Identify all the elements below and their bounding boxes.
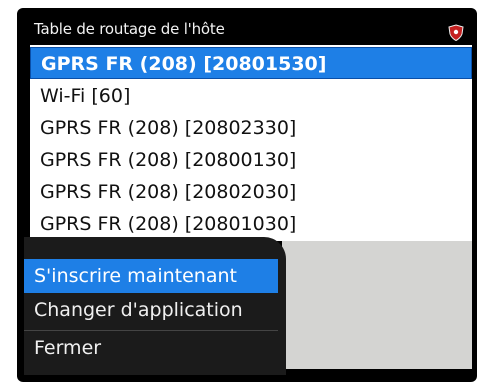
menu-item-label: Changer d'application (34, 299, 243, 321)
list-item[interactable]: GPRS FR (208) [20800130] (30, 144, 472, 176)
list-item-label: GPRS FR (208) [20801030] (40, 213, 297, 235)
title-bar: Table de routage de l'hôte (26, 14, 472, 44)
routing-table-list: GPRS FR (208) [20801530] Wi-Fi [60] GPRS… (30, 45, 472, 241)
background-panel (282, 241, 472, 369)
context-menu: S'inscrire maintenant Changer d'applicat… (24, 237, 286, 375)
shield-icon (448, 21, 464, 42)
list-item[interactable]: GPRS FR (208) [20802030] (30, 176, 472, 208)
screen-title: Table de routage de l'hôte (34, 20, 225, 38)
list-item-label: GPRS FR (208) [20802330] (40, 117, 297, 139)
list-item-label: GPRS FR (208) [20802030] (40, 181, 297, 203)
menu-item-register-now[interactable]: S'inscrire maintenant (24, 259, 278, 293)
list-item-label: Wi-Fi [60] (40, 85, 131, 107)
menu-item-label: S'inscrire maintenant (34, 265, 237, 287)
list-item[interactable]: Wi-Fi [60] (30, 80, 472, 112)
list-item-label: GPRS FR (208) [20801530] (41, 53, 327, 75)
menu-item-label: Fermer (34, 337, 102, 359)
list-item-label: GPRS FR (208) [20800130] (40, 149, 297, 171)
list-item[interactable]: GPRS FR (208) [20801030] (30, 208, 472, 240)
menu-item-close[interactable]: Fermer (24, 331, 278, 365)
list-item[interactable]: GPRS FR (208) [20801530] (30, 47, 472, 79)
list-item[interactable]: GPRS FR (208) [20802330] (30, 112, 472, 144)
menu-item-switch-application[interactable]: Changer d'application (24, 293, 278, 327)
